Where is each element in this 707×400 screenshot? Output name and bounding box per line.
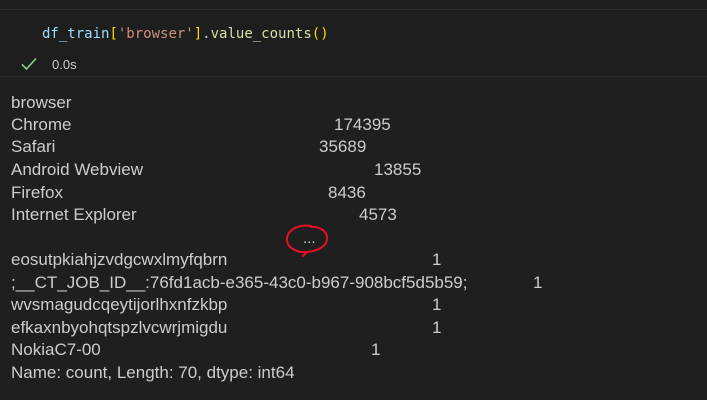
- row-label: wvsmagudcqeytijorlhxnfzkbp: [11, 295, 228, 314]
- row-label: efkaxnbyohqtspzlvcwrjmigdu: [11, 318, 228, 337]
- code-close-bracket: ]: [193, 26, 203, 42]
- row-value: 35689: [319, 137, 367, 156]
- row-label: Internet Explorer: [11, 205, 137, 224]
- cell-output: browser Chrome 174395 Safari 35689 Andro…: [0, 77, 707, 400]
- row-value: 1: [432, 318, 442, 337]
- execution-status: 0.0s: [20, 55, 77, 73]
- row-value: 1: [371, 340, 381, 359]
- check-icon: [21, 57, 37, 71]
- execution-time: 0.0s: [52, 56, 77, 72]
- code-variable: df_train: [42, 26, 110, 42]
- row-value: 1: [432, 250, 442, 269]
- index-name: browser: [11, 93, 72, 112]
- row-value: 174395: [334, 115, 391, 134]
- code-line[interactable]: df_train['browser'].value_counts(): [42, 26, 329, 42]
- row-value: 8436: [328, 183, 366, 202]
- code-string-key: 'browser': [117, 26, 194, 42]
- code-dot: .: [202, 26, 211, 42]
- row-label: ;__CT_JOB_ID__:76fd1acb-e365-43c0-b967-9…: [11, 273, 468, 292]
- top-strip: [0, 0, 707, 9]
- code-method: value_counts: [210, 26, 312, 42]
- code-open-bracket: [: [109, 26, 118, 42]
- row-value: 1: [533, 273, 543, 292]
- row-value: 13855: [374, 160, 422, 179]
- series-footer: Name: count, Length: 70, dtype: int64: [11, 363, 295, 382]
- row-label: Chrome: [11, 115, 72, 134]
- row-label: Android Webview: [11, 160, 143, 179]
- row-label: eosutpkiahjzvdgcwxlmyfqbrn: [11, 250, 228, 269]
- row-label: NokiaC7-00: [11, 340, 101, 359]
- row-value: 1: [432, 295, 442, 314]
- code-parens: (): [311, 26, 329, 42]
- row-label: Safari: [11, 137, 56, 156]
- row-value: 4573: [359, 205, 397, 224]
- row-label: Firefox: [11, 183, 63, 202]
- red-circle-annotation: [285, 224, 329, 257]
- code-cell[interactable]: df_train['browser'].value_counts() 0.0s: [0, 9, 707, 77]
